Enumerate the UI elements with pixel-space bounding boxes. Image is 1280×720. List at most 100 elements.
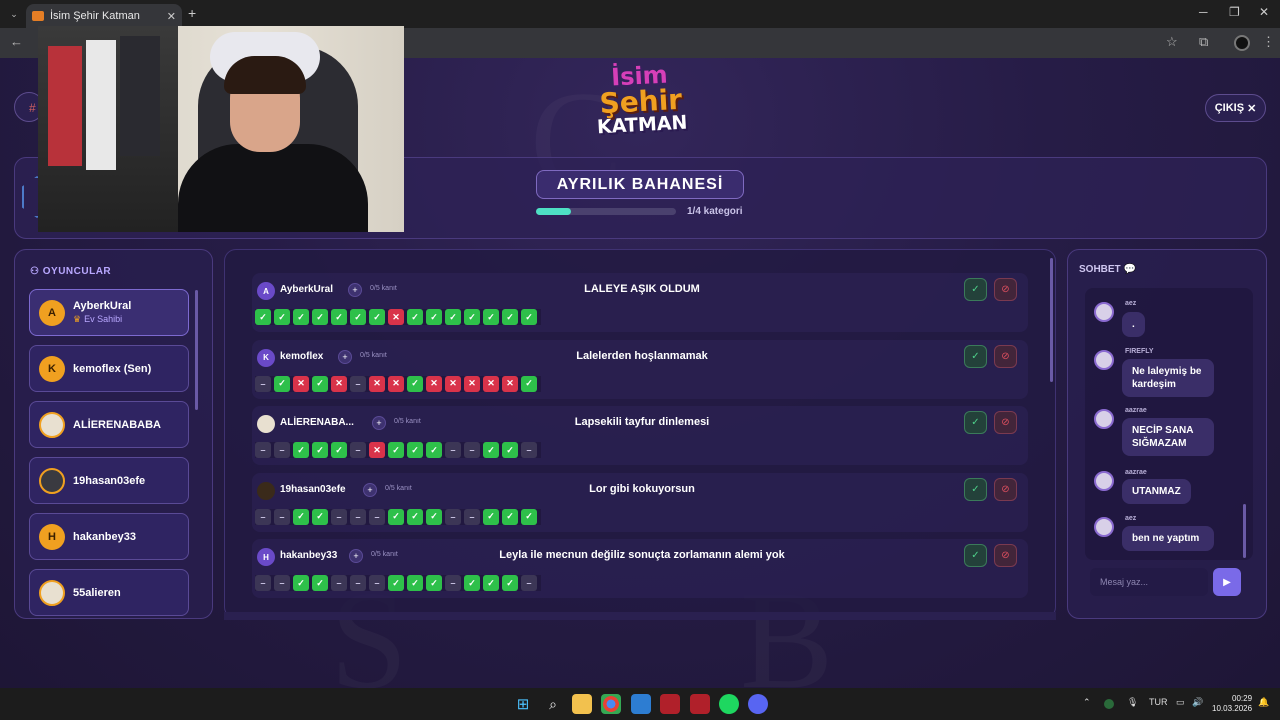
vote-yes[interactable]: ✓: [331, 442, 347, 458]
vote-yes[interactable]: ✓: [255, 309, 271, 325]
vote-yes[interactable]: ✓: [426, 508, 442, 525]
chrome-icon[interactable]: [601, 694, 621, 714]
tab-close-icon[interactable]: ✕: [167, 10, 176, 23]
vote-yes[interactable]: ✓: [388, 442, 404, 458]
player-card[interactable]: Hhakanbey33: [29, 513, 189, 560]
vote-no[interactable]: ✕: [388, 309, 404, 325]
vote-yes[interactable]: ✓: [312, 442, 328, 458]
player-card[interactable]: ALİERENABABA: [29, 401, 189, 448]
vote-yes[interactable]: ✓: [502, 508, 518, 525]
vote-yes[interactable]: ✓: [293, 508, 309, 525]
vote-empty[interactable]: –: [521, 442, 537, 458]
taskbar-clock[interactable]: 00:29 10.03.2026: [1212, 694, 1252, 714]
add-proof-button[interactable]: +: [349, 549, 363, 563]
vote-no[interactable]: ✕: [426, 375, 442, 392]
reject-button[interactable]: ⊘: [994, 344, 1017, 368]
player-card[interactable]: Kkemoflex (Sen): [29, 345, 189, 392]
vote-empty[interactable]: –: [445, 508, 461, 525]
app-icon[interactable]: [660, 694, 680, 714]
add-proof-button[interactable]: +: [363, 482, 377, 497]
network-icon[interactable]: ▭: [1176, 697, 1185, 708]
vote-no[interactable]: ✕: [483, 375, 499, 392]
vote-no[interactable]: ✕: [464, 375, 480, 392]
search-icon[interactable]: ⌕: [543, 694, 563, 714]
vote-empty[interactable]: –: [350, 508, 366, 525]
vote-yes[interactable]: ✓: [464, 575, 480, 591]
vote-empty[interactable]: –: [255, 508, 271, 525]
vote-yes[interactable]: ✓: [502, 575, 518, 591]
windows-start-icon[interactable]: ⊞: [513, 694, 533, 714]
vote-yes[interactable]: ✓: [388, 575, 404, 591]
vote-yes[interactable]: ✓: [445, 309, 461, 325]
language-indicator[interactable]: TUR: [1149, 697, 1168, 707]
vote-yes[interactable]: ✓: [502, 442, 518, 458]
profile-avatar-icon[interactable]: [1234, 35, 1250, 51]
vote-yes[interactable]: ✓: [312, 309, 328, 325]
add-proof-button[interactable]: +: [338, 349, 352, 364]
vote-empty[interactable]: –: [350, 575, 366, 591]
vote-yes[interactable]: ✓: [274, 375, 290, 392]
vote-yes[interactable]: ✓: [407, 508, 423, 525]
reject-button[interactable]: ⊘: [994, 278, 1017, 301]
vote-yes[interactable]: ✓: [483, 309, 499, 325]
vote-empty[interactable]: –: [331, 575, 347, 591]
approve-button[interactable]: ✓: [964, 477, 987, 501]
close-window-button[interactable]: ✕: [1259, 5, 1269, 19]
vote-yes[interactable]: ✓: [521, 508, 537, 525]
vote-yes[interactable]: ✓: [407, 575, 423, 591]
vote-empty[interactable]: –: [445, 575, 461, 591]
tray-chevron-icon[interactable]: ⌃: [1083, 697, 1091, 708]
add-proof-button[interactable]: +: [348, 283, 362, 297]
vote-no[interactable]: ✕: [293, 375, 309, 392]
approve-button[interactable]: ✓: [964, 544, 987, 567]
reject-button[interactable]: ⊘: [994, 411, 1017, 434]
vote-yes[interactable]: ✓: [331, 309, 347, 325]
chat-send-button[interactable]: ▶: [1213, 568, 1241, 596]
vote-empty[interactable]: –: [255, 442, 271, 458]
vote-empty[interactable]: –: [445, 442, 461, 458]
vote-yes[interactable]: ✓: [293, 575, 309, 591]
player-card[interactable]: A AyberkUral ♛ Ev Sahibi: [29, 289, 189, 336]
vote-no[interactable]: ✕: [369, 375, 385, 392]
reject-button[interactable]: ⊘: [994, 477, 1017, 501]
vote-yes[interactable]: ✓: [312, 508, 328, 525]
vote-empty[interactable]: –: [255, 575, 271, 591]
app-icon[interactable]: [690, 694, 710, 714]
vote-no[interactable]: ✕: [502, 375, 518, 392]
vote-empty[interactable]: –: [255, 375, 271, 392]
exit-button[interactable]: ÇIKIŞ ✕: [1205, 94, 1266, 122]
vote-yes[interactable]: ✓: [312, 375, 328, 392]
photos-icon[interactable]: [631, 694, 651, 714]
vote-empty[interactable]: –: [331, 508, 347, 525]
spotify-icon[interactable]: [719, 694, 739, 714]
new-tab-button[interactable]: +: [188, 5, 196, 21]
player-card[interactable]: 19hasan03efe: [29, 457, 189, 504]
vote-yes[interactable]: ✓: [407, 375, 423, 392]
players-scrollbar[interactable]: [195, 290, 198, 410]
vote-empty[interactable]: –: [464, 442, 480, 458]
vote-no[interactable]: ✕: [388, 375, 404, 392]
minimize-button[interactable]: ─: [1199, 5, 1208, 19]
vote-empty[interactable]: –: [464, 508, 480, 525]
notification-bell-icon[interactable]: 🔔: [1258, 697, 1269, 708]
vote-empty[interactable]: –: [369, 575, 385, 591]
answers-scrollbar[interactable]: [1050, 258, 1053, 382]
tray-app-icon[interactable]: [1104, 699, 1114, 709]
approve-button[interactable]: ✓: [964, 344, 987, 368]
vote-yes[interactable]: ✓: [464, 309, 480, 325]
browser-menu-icon[interactable]: ⋮: [1262, 34, 1275, 50]
discord-icon[interactable]: [748, 694, 768, 714]
vote-empty[interactable]: –: [274, 508, 290, 525]
player-card[interactable]: 55alieren: [29, 569, 189, 616]
vote-yes[interactable]: ✓: [274, 309, 290, 325]
add-proof-button[interactable]: +: [372, 416, 386, 430]
vote-yes[interactable]: ✓: [521, 309, 537, 325]
vote-empty[interactable]: –: [274, 442, 290, 458]
vote-yes[interactable]: ✓: [312, 575, 328, 591]
vote-yes[interactable]: ✓: [502, 309, 518, 325]
vote-yes[interactable]: ✓: [293, 442, 309, 458]
vote-yes[interactable]: ✓: [483, 442, 499, 458]
chat-message-input[interactable]: Mesaj yaz...: [1090, 568, 1208, 596]
vote-yes[interactable]: ✓: [483, 575, 499, 591]
vote-yes[interactable]: ✓: [350, 309, 366, 325]
